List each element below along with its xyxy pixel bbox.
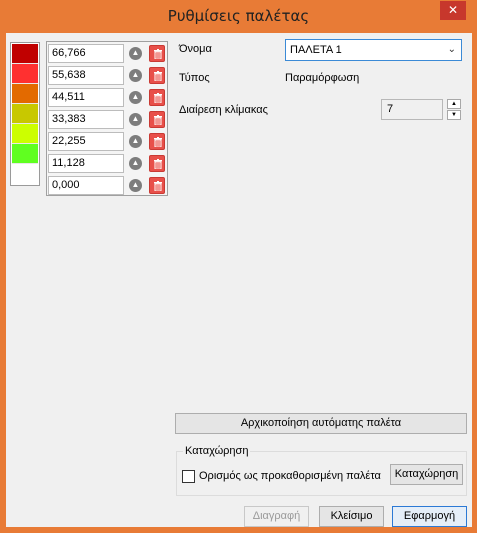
apply-button[interactable]: Εφαρμογή: [392, 506, 467, 527]
value-input[interactable]: 22,255: [48, 132, 124, 151]
default-palette-checkbox-label: Ορισμός ως προκαθορισμένη παλέτα: [199, 470, 381, 482]
type-value: Παραμόρφωση: [285, 72, 360, 84]
trash-icon: [154, 115, 162, 125]
up-arrow-circle-icon[interactable]: ▲: [129, 135, 142, 148]
value-row: 55,638 ▲: [48, 65, 167, 86]
palette-value-list: 66,766 ▲ 55,638 ▲ 44,511 ▲ 33,383 ▲ 22,2…: [46, 41, 168, 196]
registration-group: Καταχώρηση Ορισμός ως προκαθορισμένη παλ…: [176, 445, 467, 496]
trash-icon: [154, 137, 162, 147]
color-swatch[interactable]: [12, 44, 38, 64]
chevron-down-icon: ⌄: [447, 44, 456, 55]
value-row: 66,766 ▲: [48, 43, 167, 64]
palette-name-select[interactable]: ΠΑΛΕΤΑ 1 ⌄: [285, 39, 462, 61]
color-swatch-column: [10, 42, 40, 186]
value-row: 22,255 ▲: [48, 131, 167, 152]
delete-row-button[interactable]: [149, 67, 165, 84]
value-row: 11,128 ▲: [48, 153, 167, 174]
dialog-body: 66,766 ▲ 55,638 ▲ 44,511 ▲ 33,383 ▲ 22,2…: [6, 33, 472, 527]
up-arrow-circle-icon[interactable]: ▲: [129, 113, 142, 126]
value-row: 0,000 ▲: [48, 175, 167, 196]
value-input[interactable]: 44,511: [48, 88, 124, 107]
delete-row-button[interactable]: [149, 45, 165, 62]
up-arrow-circle-icon[interactable]: ▲: [129, 157, 142, 170]
scale-division-spinner: 7 ▲ ▼: [381, 99, 461, 121]
trash-icon: [154, 71, 162, 81]
registration-group-title: Καταχώρηση: [183, 445, 251, 457]
up-arrow-circle-icon[interactable]: ▲: [129, 179, 142, 192]
window-title: Ρυθμίσεις παλέτας: [167, 7, 310, 25]
value-input[interactable]: 11,128: [48, 154, 124, 173]
delete-row-button[interactable]: [149, 111, 165, 128]
up-arrow-circle-icon[interactable]: ▲: [129, 69, 142, 82]
type-label: Τύπος: [179, 72, 210, 84]
palette-settings-window: Ρυθμίσεις παλέτας ✕ 66,766 ▲ 55,638 ▲ 44…: [0, 0, 477, 533]
scale-division-input[interactable]: 7: [381, 99, 443, 120]
delete-row-button[interactable]: [149, 177, 165, 194]
palette-name-value: ΠΑΛΕΤΑ 1: [290, 44, 342, 56]
delete-row-button[interactable]: [149, 155, 165, 172]
value-input[interactable]: 33,383: [48, 110, 124, 129]
title-bar[interactable]: Ρυθμίσεις παλέτας ✕: [5, 0, 472, 33]
init-auto-palette-button[interactable]: Αρχικοποίηση αυτόματης παλέτα: [175, 413, 467, 434]
color-swatch[interactable]: [12, 124, 38, 144]
value-row: 44,511 ▲: [48, 87, 167, 108]
delete-button[interactable]: Διαγραφή: [244, 506, 309, 527]
color-swatch[interactable]: [12, 84, 38, 104]
spin-down-button[interactable]: ▼: [447, 110, 461, 120]
scale-division-label: Διαίρεση κλίμακας: [179, 104, 268, 116]
delete-row-button[interactable]: [149, 133, 165, 150]
color-swatch[interactable]: [12, 144, 38, 164]
delete-row-button[interactable]: [149, 89, 165, 106]
default-palette-checkbox[interactable]: [182, 470, 195, 483]
close-button[interactable]: Κλείσιμο: [319, 506, 384, 527]
up-arrow-circle-icon[interactable]: ▲: [129, 47, 142, 60]
close-window-button[interactable]: ✕: [440, 1, 466, 20]
color-swatch[interactable]: [12, 104, 38, 124]
trash-icon: [154, 93, 162, 103]
spin-up-button[interactable]: ▲: [447, 99, 461, 109]
value-input[interactable]: 0,000: [48, 176, 124, 195]
value-row: 33,383 ▲: [48, 109, 167, 130]
up-arrow-circle-icon[interactable]: ▲: [129, 91, 142, 104]
trash-icon: [154, 49, 162, 59]
value-input[interactable]: 66,766: [48, 44, 124, 63]
name-label: Όνομα: [179, 43, 212, 55]
register-button[interactable]: Καταχώρηση: [390, 464, 463, 485]
value-input[interactable]: 55,638: [48, 66, 124, 85]
trash-icon: [154, 181, 162, 191]
trash-icon: [154, 159, 162, 169]
color-swatch[interactable]: [12, 64, 38, 84]
